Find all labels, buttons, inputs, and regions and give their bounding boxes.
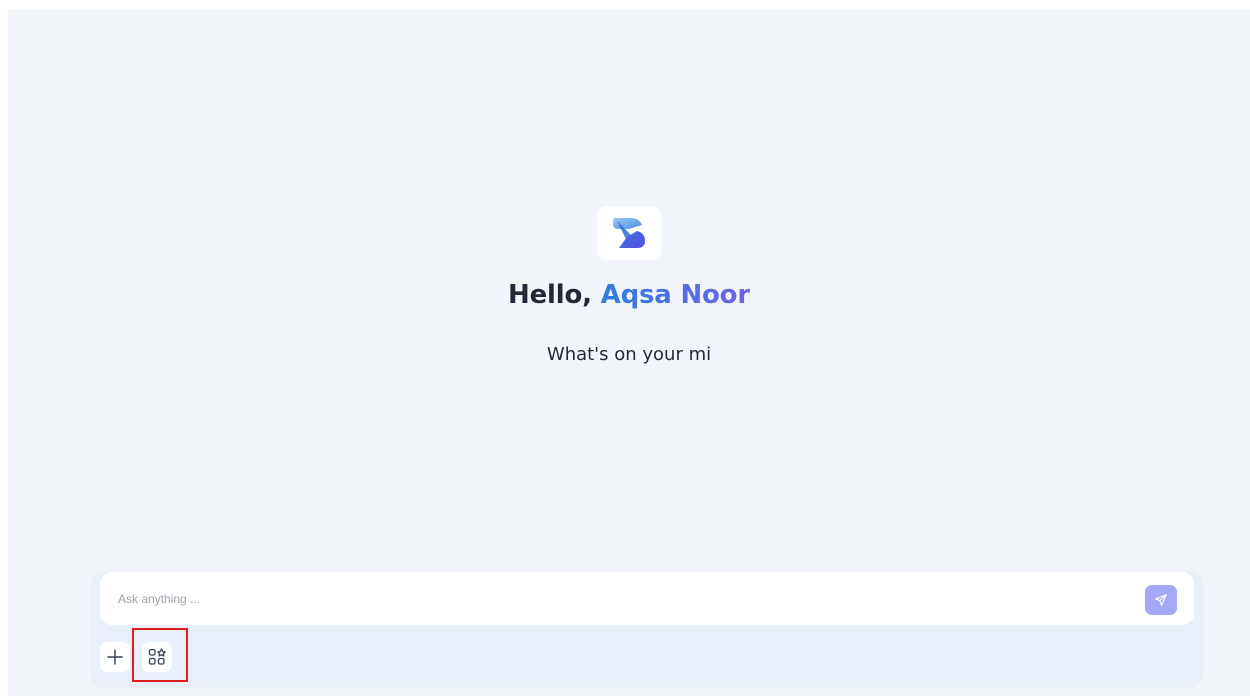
send-icon [1155, 594, 1167, 606]
chat-composer [92, 572, 1202, 686]
greeting-subtitle: What's on your mi [546, 344, 712, 365]
welcome-hero: Hello, Aqsa Noor What's on your mi [8, 206, 1250, 365]
app-window: Hello, Aqsa Noor What's on your mi [8, 10, 1250, 696]
message-input-row [100, 572, 1194, 625]
apps-grid-icon [148, 648, 166, 665]
send-button[interactable] [1145, 585, 1177, 615]
add-attachment-button[interactable] [100, 642, 130, 672]
greeting-prefix: Hello, [508, 280, 592, 310]
message-input[interactable] [116, 586, 1120, 612]
plus-icon [107, 649, 123, 665]
apps-button[interactable] [142, 642, 172, 672]
app-logo-icon [613, 218, 645, 248]
user-name: Aqsa Noor [600, 280, 751, 310]
app-logo [597, 206, 661, 260]
greeting-heading: Hello, Aqsa Noor [8, 280, 1250, 310]
